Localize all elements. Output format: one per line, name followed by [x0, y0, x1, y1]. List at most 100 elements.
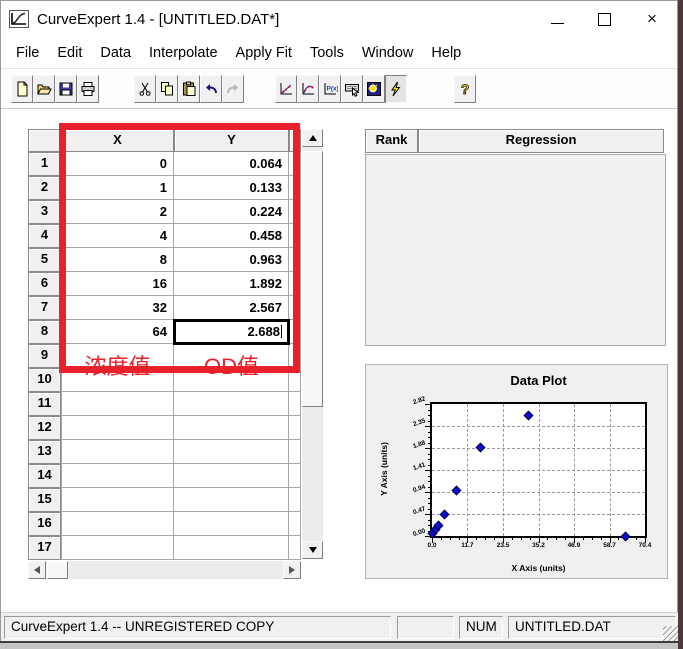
cell-y-7[interactable]: 2.567 — [174, 296, 289, 320]
menu-item-apply-fit[interactable]: Apply Fit — [227, 41, 301, 65]
row-header-3[interactable]: 3 — [28, 200, 61, 224]
cell-x-11[interactable] — [61, 392, 174, 416]
quick-fit-button[interactable] — [385, 75, 407, 103]
scroll-left-button[interactable] — [28, 561, 46, 579]
window-title: CurveExpert 1.4 - [UNTITLED.DAT*] — [37, 11, 279, 28]
row-header-2[interactable]: 2 — [28, 176, 61, 200]
toolbar-group-1 — [11, 75, 99, 103]
cell-x-8[interactable]: 64 — [61, 320, 174, 344]
cell-y-13[interactable] — [174, 440, 289, 464]
cell-x-12[interactable] — [61, 416, 174, 440]
help-button[interactable]: ? — [454, 75, 476, 103]
curve-fit-button[interactable] — [297, 75, 319, 103]
horizontal-scroll-thumb[interactable] — [47, 561, 68, 579]
cell-y-15[interactable] — [174, 488, 289, 512]
highlight-point-button[interactable] — [363, 75, 385, 103]
regression-column-header[interactable]: Regression — [418, 129, 664, 153]
menu-item-window[interactable]: Window — [353, 41, 423, 65]
polynomial-button[interactable]: P(x) — [319, 75, 341, 103]
cell-x-1[interactable]: 0 — [61, 152, 174, 176]
cell-x-2[interactable]: 1 — [61, 176, 174, 200]
cell-x-7[interactable]: 32 — [61, 296, 174, 320]
scroll-down-button[interactable] — [302, 541, 323, 559]
cell-x-6[interactable]: 16 — [61, 272, 174, 296]
cell-y-3[interactable]: 0.224 — [174, 200, 289, 224]
new-file-button[interactable] — [11, 75, 33, 103]
cell-y-8-editing[interactable]: 2.688 — [174, 320, 289, 344]
cell-y-14[interactable] — [174, 464, 289, 488]
copy-button[interactable] — [156, 75, 178, 103]
row-header-14[interactable]: 14 — [28, 464, 61, 488]
cell-y-2[interactable]: 0.133 — [174, 176, 289, 200]
row-header-7[interactable]: 7 — [28, 296, 61, 320]
row-header-9[interactable]: 9 — [28, 344, 61, 368]
cell-y-9[interactable] — [174, 344, 289, 368]
resize-grip[interactable] — [663, 626, 678, 641]
row-header-16[interactable]: 16 — [28, 512, 61, 536]
cell-y-5[interactable]: 0.963 — [174, 248, 289, 272]
menu-item-data[interactable]: Data — [91, 41, 140, 65]
horizontal-scrollbar[interactable] — [28, 561, 301, 579]
plot-minor-tick-y — [428, 481, 431, 482]
cell-x-13[interactable] — [61, 440, 174, 464]
cell-x-9[interactable] — [61, 344, 174, 368]
redo-button[interactable] — [222, 75, 244, 103]
menu-item-interpolate[interactable]: Interpolate — [140, 41, 227, 65]
menu-item-file[interactable]: File — [7, 41, 48, 65]
cell-y-17[interactable] — [174, 536, 289, 560]
cell-y-10[interactable] — [174, 368, 289, 392]
row-header-12[interactable]: 12 — [28, 416, 61, 440]
minimize-icon[interactable] — [551, 15, 564, 24]
cell-x-17[interactable] — [61, 536, 174, 560]
column-header-x[interactable]: X — [61, 129, 174, 152]
paste-button[interactable] — [178, 75, 200, 103]
open-file-button[interactable] — [33, 75, 55, 103]
cut-button[interactable] — [134, 75, 156, 103]
menu-item-tools[interactable]: Tools — [301, 41, 353, 65]
cell-x-16[interactable] — [61, 512, 174, 536]
table-corner-cell[interactable] — [28, 129, 61, 152]
cell-x-14[interactable] — [61, 464, 174, 488]
cell-x-5[interactable]: 8 — [61, 248, 174, 272]
scroll-right-button[interactable] — [283, 561, 301, 579]
row-header-6[interactable]: 6 — [28, 272, 61, 296]
row-header-1[interactable]: 1 — [28, 152, 61, 176]
row-header-11[interactable]: 11 — [28, 392, 61, 416]
cell-y-12[interactable] — [174, 416, 289, 440]
cell-y-1[interactable]: 0.064 — [174, 152, 289, 176]
column-header-y[interactable]: Y — [174, 129, 289, 152]
menu-item-help[interactable]: Help — [422, 41, 470, 65]
row-header-4[interactable]: 4 — [28, 224, 61, 248]
cell-y-6[interactable]: 1.892 — [174, 272, 289, 296]
title-bar: CurveExpert 1.4 - [UNTITLED.DAT*] × — [1, 1, 677, 37]
cell-y-4[interactable]: 0.458 — [174, 224, 289, 248]
plot-minor-tick-y — [428, 487, 431, 488]
maximize-icon[interactable] — [598, 13, 611, 26]
vertical-scrollbar[interactable] — [302, 129, 323, 559]
plot-data-button[interactable] — [275, 75, 297, 103]
save-file-button[interactable] — [55, 75, 77, 103]
vertical-scroll-thumb[interactable] — [302, 151, 323, 407]
pick-function-button[interactable] — [341, 75, 363, 103]
regression-results-list[interactable] — [365, 154, 666, 346]
row-header-10[interactable]: 10 — [28, 368, 61, 392]
print-button[interactable] — [77, 75, 99, 103]
cell-y-11[interactable] — [174, 392, 289, 416]
scroll-up-button[interactable] — [302, 129, 323, 147]
close-icon[interactable]: × — [645, 12, 659, 26]
row-header-15[interactable]: 15 — [28, 488, 61, 512]
menu-item-edit[interactable]: Edit — [48, 41, 91, 65]
undo-button[interactable] — [200, 75, 222, 103]
redo-icon — [225, 81, 241, 97]
row-header-5[interactable]: 5 — [28, 248, 61, 272]
row-header-8[interactable]: 8 — [28, 320, 61, 344]
cell-x-4[interactable]: 4 — [61, 224, 174, 248]
cell-x-15[interactable] — [61, 488, 174, 512]
cell-y-16[interactable] — [174, 512, 289, 536]
row-header-17[interactable]: 17 — [28, 536, 61, 560]
cell-x-3[interactable]: 2 — [61, 200, 174, 224]
table-row: 11 — [28, 392, 301, 416]
rank-column-header[interactable]: Rank — [365, 129, 418, 153]
cell-x-10[interactable] — [61, 368, 174, 392]
row-header-13[interactable]: 13 — [28, 440, 61, 464]
